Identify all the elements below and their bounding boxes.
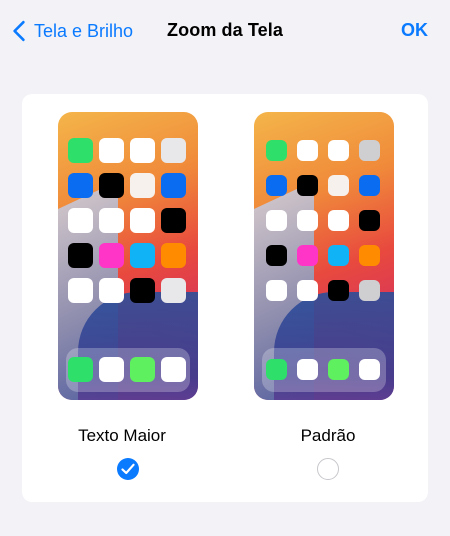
dock-app-icon <box>359 359 380 380</box>
page-title: Zoom da Tela <box>167 20 283 40</box>
dock-app-icon <box>68 357 93 382</box>
option-label-standard: Padrão <box>300 426 356 445</box>
dock-app-icon <box>99 357 124 382</box>
app-icon <box>266 175 287 196</box>
option-standard[interactable]: Padrão <box>228 94 428 502</box>
app-icon <box>130 138 155 163</box>
app-icon <box>359 280 380 301</box>
checkmark-icon <box>121 463 135 475</box>
app-icon <box>99 173 124 198</box>
app-icon <box>99 208 124 233</box>
app-icon <box>68 208 93 233</box>
dock-icons <box>68 357 186 382</box>
app-icon <box>68 173 93 198</box>
app-icon <box>68 243 93 268</box>
app-icon <box>297 280 318 301</box>
app-icon-grid <box>68 138 186 303</box>
option-label-larger-text: Texto Maior <box>78 426 166 445</box>
app-icon <box>359 175 380 196</box>
app-icon <box>297 210 318 231</box>
app-icon <box>99 278 124 303</box>
dock-app-icon <box>130 357 155 382</box>
phone-preview-standard <box>254 112 394 400</box>
dock <box>66 348 190 392</box>
app-icon <box>99 243 124 268</box>
app-icon <box>266 140 287 161</box>
app-icon <box>266 280 287 301</box>
app-icon <box>328 175 349 196</box>
app-icon <box>130 173 155 198</box>
app-icon <box>328 140 349 161</box>
app-icon <box>99 138 124 163</box>
dock-icons <box>266 359 380 380</box>
ok-button[interactable]: OK <box>401 20 428 41</box>
app-icon-grid <box>266 140 380 301</box>
app-icon <box>130 208 155 233</box>
app-icon <box>161 173 186 198</box>
app-icon <box>161 138 186 163</box>
zoom-options-card: Texto Maior Padrão <box>22 94 428 502</box>
dock <box>262 348 386 392</box>
app-icon <box>130 243 155 268</box>
app-icon <box>266 210 287 231</box>
app-icon <box>359 245 380 266</box>
app-icon <box>297 175 318 196</box>
app-icon <box>328 210 349 231</box>
app-icon <box>359 140 380 161</box>
app-icon <box>161 243 186 268</box>
dock-app-icon <box>161 357 186 382</box>
app-icon <box>328 245 349 266</box>
app-icon <box>328 280 349 301</box>
app-icon <box>130 278 155 303</box>
navigation-bar: Tela e Brilho Zoom da Tela OK <box>0 0 450 62</box>
phone-preview-larger-text <box>58 112 198 400</box>
dock-app-icon <box>297 359 318 380</box>
app-icon <box>68 138 93 163</box>
app-icon <box>297 245 318 266</box>
dock-app-icon <box>328 359 349 380</box>
radio-selected[interactable] <box>117 458 139 480</box>
dock-app-icon <box>266 359 287 380</box>
app-icon <box>359 210 380 231</box>
radio-unselected[interactable] <box>317 458 339 480</box>
app-icon <box>266 245 287 266</box>
app-icon <box>161 208 186 233</box>
app-icon <box>161 278 186 303</box>
app-icon <box>297 140 318 161</box>
app-icon <box>68 278 93 303</box>
option-larger-text[interactable]: Texto Maior <box>22 94 222 502</box>
